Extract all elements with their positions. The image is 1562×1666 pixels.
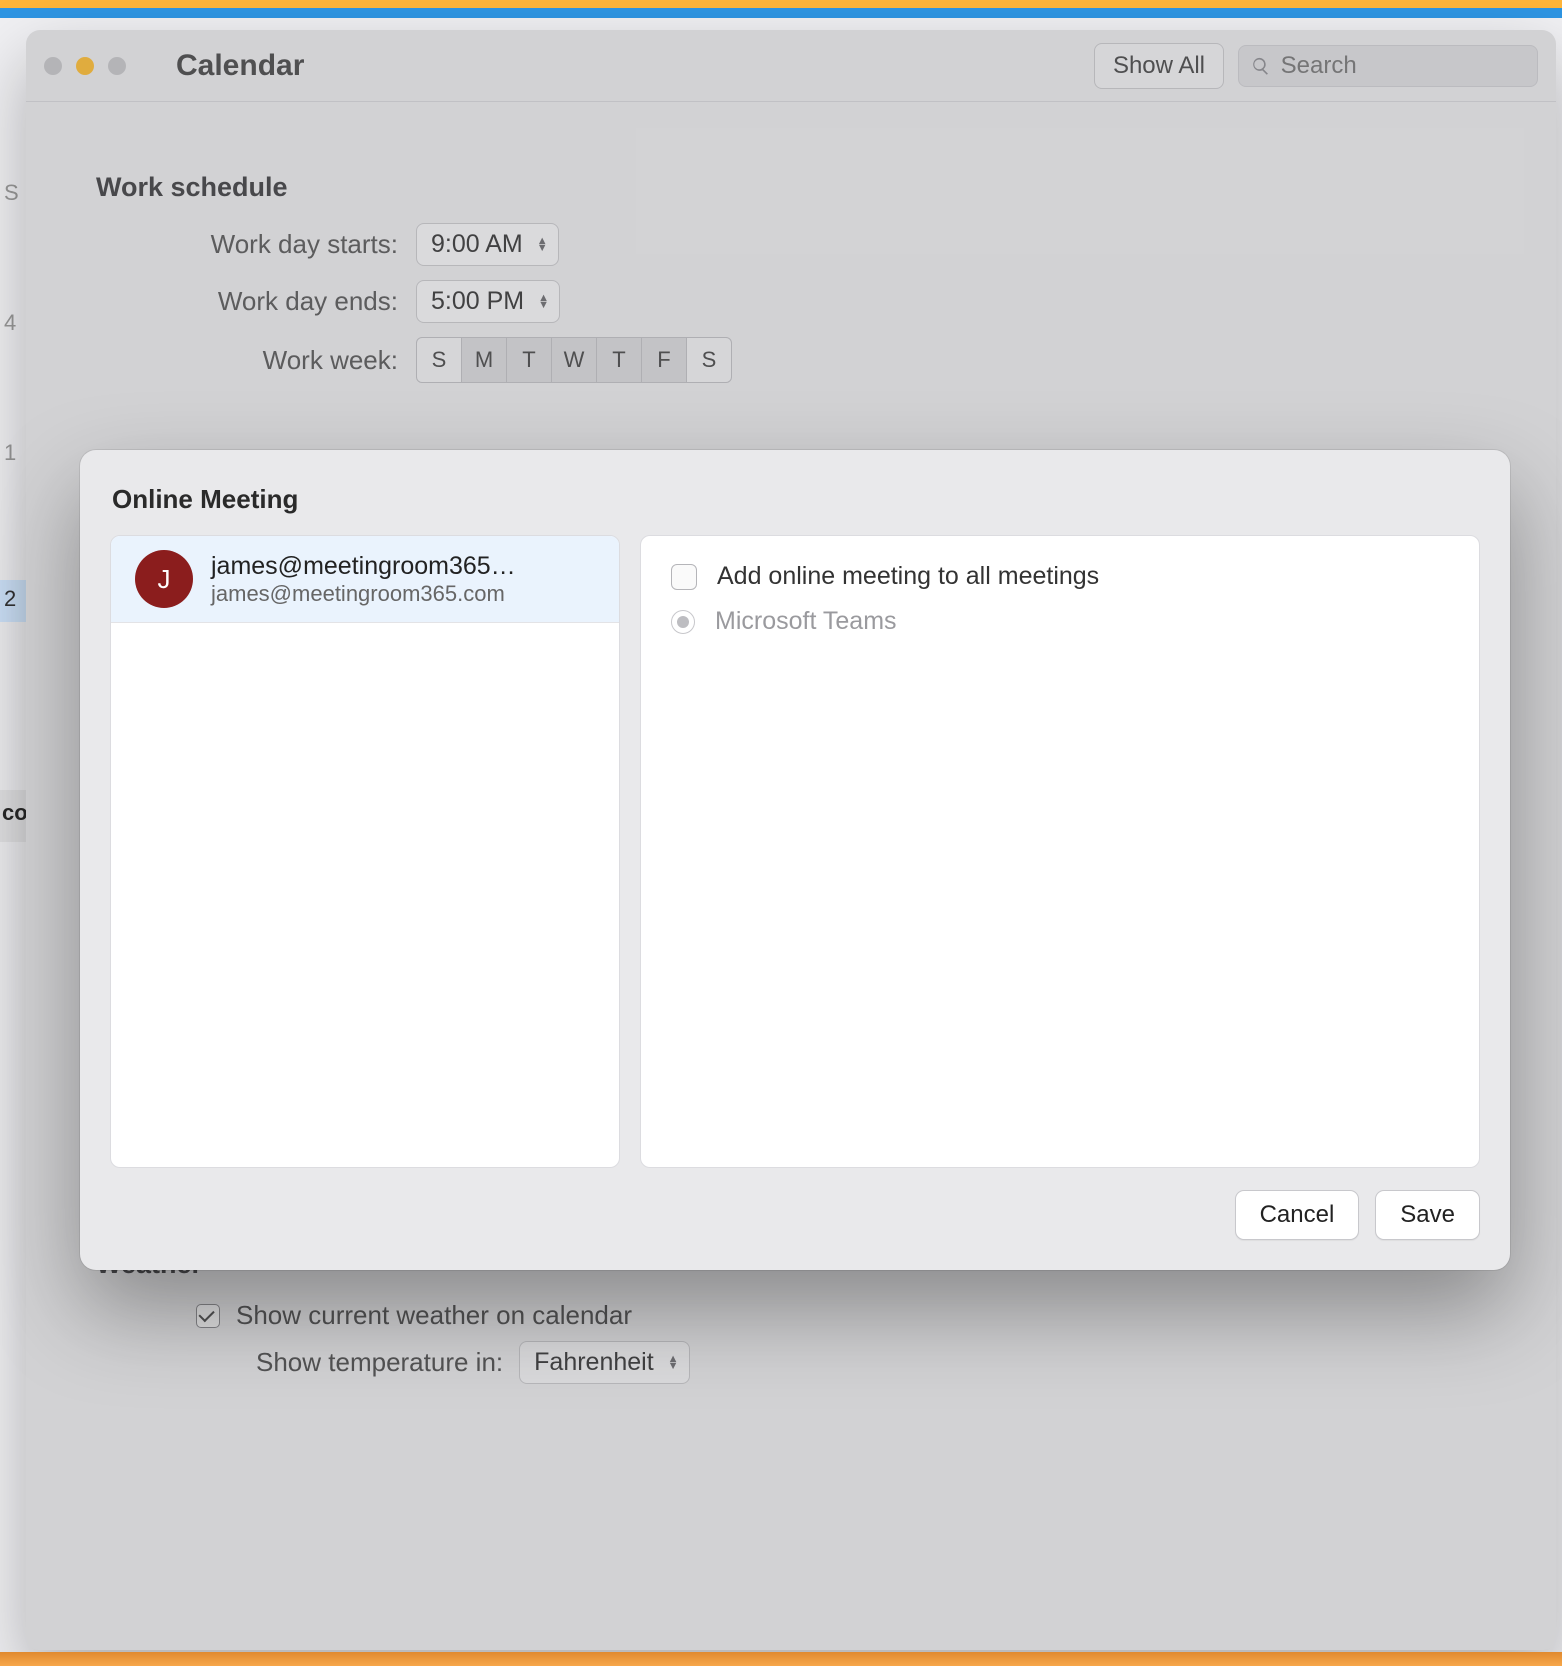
temperature-unit-label: Show temperature in: bbox=[256, 1347, 503, 1378]
stepper-icon: ▲▼ bbox=[537, 238, 548, 252]
accounts-list-pane: J james@meetingroom365… james@meetingroo… bbox=[110, 535, 620, 1168]
preferences-search[interactable] bbox=[1238, 45, 1538, 87]
search-input[interactable] bbox=[1281, 52, 1525, 80]
window-zoom-button[interactable] bbox=[108, 57, 126, 75]
work-day-starts-select[interactable]: 9:00 AM ▲▼ bbox=[416, 223, 559, 266]
work-week-label: Work week: bbox=[96, 345, 416, 376]
window-minimize-button[interactable] bbox=[76, 57, 94, 75]
temperature-unit-select[interactable]: Fahrenheit ▲▼ bbox=[519, 1341, 689, 1384]
show-weather-checkbox[interactable] bbox=[196, 1304, 220, 1328]
stepper-icon: ▲▼ bbox=[538, 295, 549, 309]
meeting-options-pane: Add online meeting to all meetings Micro… bbox=[640, 535, 1480, 1168]
day-sat[interactable]: S bbox=[686, 337, 732, 383]
window-title: Calendar bbox=[176, 49, 304, 83]
account-email: james@meetingroom365.com bbox=[211, 581, 516, 607]
work-schedule-heading: Work schedule bbox=[96, 172, 1486, 203]
work-day-starts-value: 9:00 AM bbox=[431, 230, 523, 259]
show-all-button[interactable]: Show All bbox=[1094, 43, 1224, 89]
account-list-item[interactable]: J james@meetingroom365… james@meetingroo… bbox=[111, 536, 619, 623]
day-tue[interactable]: T bbox=[506, 337, 552, 383]
search-icon bbox=[1251, 55, 1271, 77]
day-mon[interactable]: M bbox=[461, 337, 507, 383]
work-week-day-toggle: S M T W T F S bbox=[416, 337, 732, 383]
stepper-icon: ▲▼ bbox=[668, 1356, 679, 1370]
background-bottom-bar bbox=[0, 1652, 1562, 1666]
temperature-unit-value: Fahrenheit bbox=[534, 1348, 654, 1377]
provider-teams-label: Microsoft Teams bbox=[715, 607, 897, 636]
day-sun[interactable]: S bbox=[416, 337, 462, 383]
add-online-meeting-checkbox[interactable] bbox=[671, 564, 697, 590]
window-close-button[interactable] bbox=[44, 57, 62, 75]
cancel-button[interactable]: Cancel bbox=[1235, 1190, 1360, 1240]
modal-title: Online Meeting bbox=[112, 484, 1478, 515]
add-online-meeting-label: Add online meeting to all meetings bbox=[717, 562, 1099, 591]
avatar: J bbox=[135, 550, 193, 608]
work-day-ends-label: Work day ends: bbox=[96, 286, 416, 317]
modal-footer: Cancel Save bbox=[110, 1168, 1480, 1240]
window-titlebar: Calendar Show All bbox=[26, 30, 1556, 102]
provider-teams-radio bbox=[671, 610, 695, 634]
work-day-ends-select[interactable]: 5:00 PM ▲▼ bbox=[416, 280, 560, 323]
day-fri[interactable]: F bbox=[641, 337, 687, 383]
save-button[interactable]: Save bbox=[1375, 1190, 1480, 1240]
day-wed[interactable]: W bbox=[551, 337, 597, 383]
show-weather-label: Show current weather on calendar bbox=[236, 1300, 632, 1331]
account-display-name: james@meetingroom365… bbox=[211, 552, 516, 581]
work-day-starts-label: Work day starts: bbox=[96, 229, 416, 260]
window-traffic-lights bbox=[44, 57, 126, 75]
work-day-ends-value: 5:00 PM bbox=[431, 287, 524, 316]
day-thu[interactable]: T bbox=[596, 337, 642, 383]
online-meeting-modal: Online Meeting J james@meetingroom365… j… bbox=[80, 450, 1510, 1270]
